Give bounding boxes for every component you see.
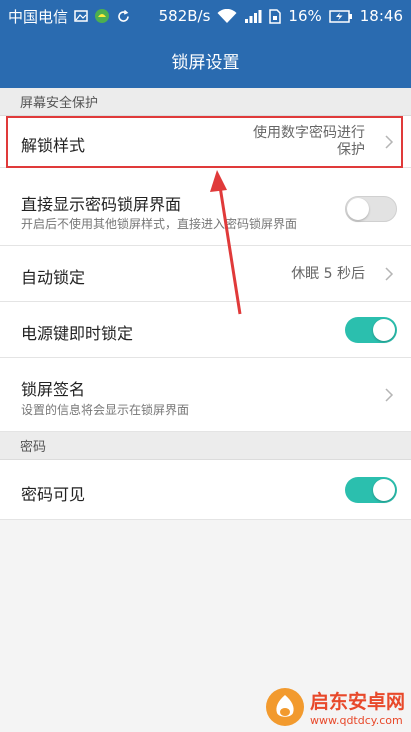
watermark-logo-icon <box>265 688 304 726</box>
annotation-arrow <box>210 170 242 315</box>
watermark-url: www.qdtdcy.com <box>309 714 403 727</box>
watermark-title: 启东安卓网 <box>309 691 405 713</box>
watermark: 启东安卓网 www.qdtdcy.com <box>264 686 405 728</box>
